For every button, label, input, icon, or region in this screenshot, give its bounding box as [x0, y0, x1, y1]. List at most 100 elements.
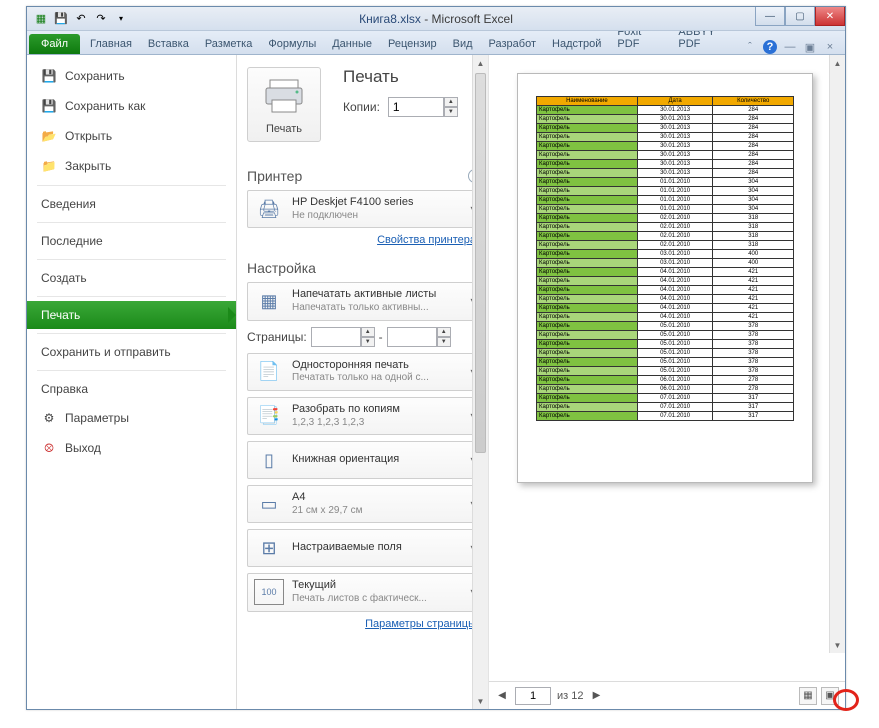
minimize-ribbon-icon[interactable]: ˆ	[743, 40, 757, 54]
window-title: Книга8.xlsx - Microsoft Excel	[359, 12, 513, 26]
setting-scaling[interactable]: 100 ТекущийПечать листов с фактическ...	[247, 573, 482, 611]
pages-from-input[interactable]	[311, 327, 361, 347]
printer-properties-link[interactable]: Свойства принтера	[247, 234, 476, 246]
setting-print-what[interactable]: ▦ Напечатать активные листыНапечатать то…	[247, 282, 482, 320]
save-icon[interactable]: 💾	[53, 11, 69, 27]
prev-page-button[interactable]: ◀	[495, 689, 509, 703]
scroll-up-icon[interactable]: ▲	[473, 55, 488, 71]
table-row: Картофель01.01.2010304	[537, 187, 794, 196]
tab-formulas[interactable]: Формулы	[260, 34, 324, 54]
qat-dropdown-icon[interactable]: ▾	[113, 11, 129, 27]
print-button[interactable]: Печать	[247, 67, 321, 142]
tab-insert[interactable]: Вставка	[140, 34, 197, 54]
print-preview-pane: Наименование Дата Количество Картофель30…	[489, 55, 845, 709]
sidebar-item-save[interactable]: 💾Сохранить	[27, 61, 236, 91]
workbook-close-icon[interactable]: ×	[823, 40, 837, 54]
table-row: Картофель30.01.2013284	[537, 124, 794, 133]
scroll-thumb[interactable]	[475, 73, 486, 453]
setting-collate[interactable]: 📑 Разобрать по копиям1,2,3 1,2,3 1,2,3	[247, 397, 482, 435]
sidebar-item-recent[interactable]: Последние	[27, 227, 236, 255]
sheets-icon: ▦	[254, 288, 284, 314]
table-row: Картофель30.01.2013284	[537, 133, 794, 142]
workbook-restore-icon[interactable]: ▣	[803, 40, 817, 54]
sidebar-item-new[interactable]: Создать	[27, 264, 236, 292]
maximize-button[interactable]: ▢	[785, 7, 815, 26]
table-row: Картофель30.01.2013284	[537, 115, 794, 124]
setting-duplex[interactable]: 📄 Односторонняя печатьПечатать только на…	[247, 353, 482, 391]
scroll-up-icon[interactable]: ▲	[830, 55, 845, 71]
copies-down-icon[interactable]: ▼	[444, 107, 458, 117]
table-row: Картофель03.01.2010400	[537, 259, 794, 268]
table-row: Картофель01.01.2010304	[537, 178, 794, 187]
tab-developer[interactable]: Разработ	[481, 34, 544, 54]
sidebar-item-exit[interactable]: ⮾Выход	[27, 433, 236, 463]
workbook-minimize-icon[interactable]: —	[783, 40, 797, 54]
open-icon: 📂	[41, 128, 57, 144]
print-heading: Печать	[343, 67, 458, 87]
table-row: Картофель30.01.2013284	[537, 106, 794, 115]
setting-margins[interactable]: ⊞ Настраиваемые поля	[247, 529, 482, 567]
sidebar-item-info[interactable]: Сведения	[27, 190, 236, 218]
table-row: Картофель05.01.2010378	[537, 349, 794, 358]
setting-papersize[interactable]: ▭ A421 см x 29,7 см	[247, 485, 482, 523]
tab-addins[interactable]: Надстрой	[544, 34, 609, 54]
settings-scrollbar[interactable]: ▲ ▼	[472, 55, 488, 709]
table-row: Картофель07.01.2010317	[537, 403, 794, 412]
tab-review[interactable]: Рецензир	[380, 34, 445, 54]
table-row: Картофель01.01.2010304	[537, 205, 794, 214]
table-row: Картофель30.01.2013284	[537, 151, 794, 160]
table-row: Картофель30.01.2013284	[537, 142, 794, 151]
zoom-to-page-button[interactable]: ▣	[821, 687, 839, 705]
pages-to-input[interactable]	[387, 327, 437, 347]
copies-up-icon[interactable]: ▲	[444, 97, 458, 107]
show-margins-button[interactable]: ▦	[799, 687, 817, 705]
setting-orientation[interactable]: ▯ Книжная ориентация	[247, 441, 482, 479]
scroll-down-icon[interactable]: ▼	[830, 637, 845, 653]
table-row: Картофель04.01.2010421	[537, 286, 794, 295]
undo-icon[interactable]: ↶	[73, 11, 89, 27]
sidebar-item-print[interactable]: Печать	[27, 301, 236, 329]
redo-icon[interactable]: ↷	[93, 11, 109, 27]
close-button[interactable]: ✕	[815, 7, 845, 26]
sidebar-item-open[interactable]: 📂Открыть	[27, 121, 236, 151]
table-row: Картофель02.01.2010318	[537, 232, 794, 241]
printer-section-head: Принтерi	[247, 168, 482, 184]
sidebar: 💾Сохранить 💾Сохранить как 📂Открыть 📁Закр…	[27, 55, 237, 709]
copies-input[interactable]	[388, 97, 444, 117]
copies-spinner[interactable]: ▲▼	[388, 97, 458, 117]
printer-select[interactable]: 🖨 HP Deskjet F4100 seriesНе подключен	[247, 190, 482, 228]
table-row: Картофель04.01.2010421	[537, 295, 794, 304]
sidebar-item-share[interactable]: Сохранить и отправить	[27, 338, 236, 366]
table-row: Картофель04.01.2010421	[537, 268, 794, 277]
sidebar-item-save-as[interactable]: 💾Сохранить как	[27, 91, 236, 121]
tab-file[interactable]: Файл	[29, 34, 80, 54]
tab-layout[interactable]: Разметка	[197, 34, 261, 54]
next-page-button[interactable]: ▶	[589, 689, 603, 703]
preview-scrollbar[interactable]: ▲ ▼	[829, 55, 845, 653]
page-setup-link[interactable]: Параметры страницы	[247, 618, 476, 630]
printer-device-icon: 🖨	[254, 196, 284, 222]
page-number-input[interactable]	[515, 687, 551, 705]
help-icon[interactable]: ?	[763, 40, 777, 54]
table-row: Картофель05.01.2010378	[537, 367, 794, 376]
sidebar-item-help[interactable]: Справка	[27, 375, 236, 403]
scroll-down-icon[interactable]: ▼	[473, 693, 488, 709]
page-of-label: из 12	[557, 690, 583, 702]
settings-section-head: Настройка	[247, 260, 482, 276]
tab-home[interactable]: Главная	[82, 34, 140, 54]
options-icon: ⚙	[41, 410, 57, 426]
minimize-button[interactable]: —	[755, 7, 785, 26]
sidebar-item-options[interactable]: ⚙Параметры	[27, 403, 236, 433]
exit-icon: ⮾	[41, 440, 57, 456]
tab-data[interactable]: Данные	[324, 34, 380, 54]
app-window: ▦ 💾 ↶ ↷ ▾ Книга8.xlsx - Microsoft Excel …	[26, 6, 846, 710]
margins-icon: ⊞	[254, 535, 284, 561]
table-row: Картофель05.01.2010378	[537, 331, 794, 340]
tab-view[interactable]: Вид	[445, 34, 481, 54]
sidebar-item-close[interactable]: 📁Закрыть	[27, 151, 236, 181]
table-row: Картофель05.01.2010378	[537, 322, 794, 331]
table-row: Картофель06.01.2010278	[537, 376, 794, 385]
close-icon: 📁	[41, 158, 57, 174]
backstage: 💾Сохранить 💾Сохранить как 📂Открыть 📁Закр…	[27, 55, 845, 709]
table-row: Картофель04.01.2010421	[537, 313, 794, 322]
